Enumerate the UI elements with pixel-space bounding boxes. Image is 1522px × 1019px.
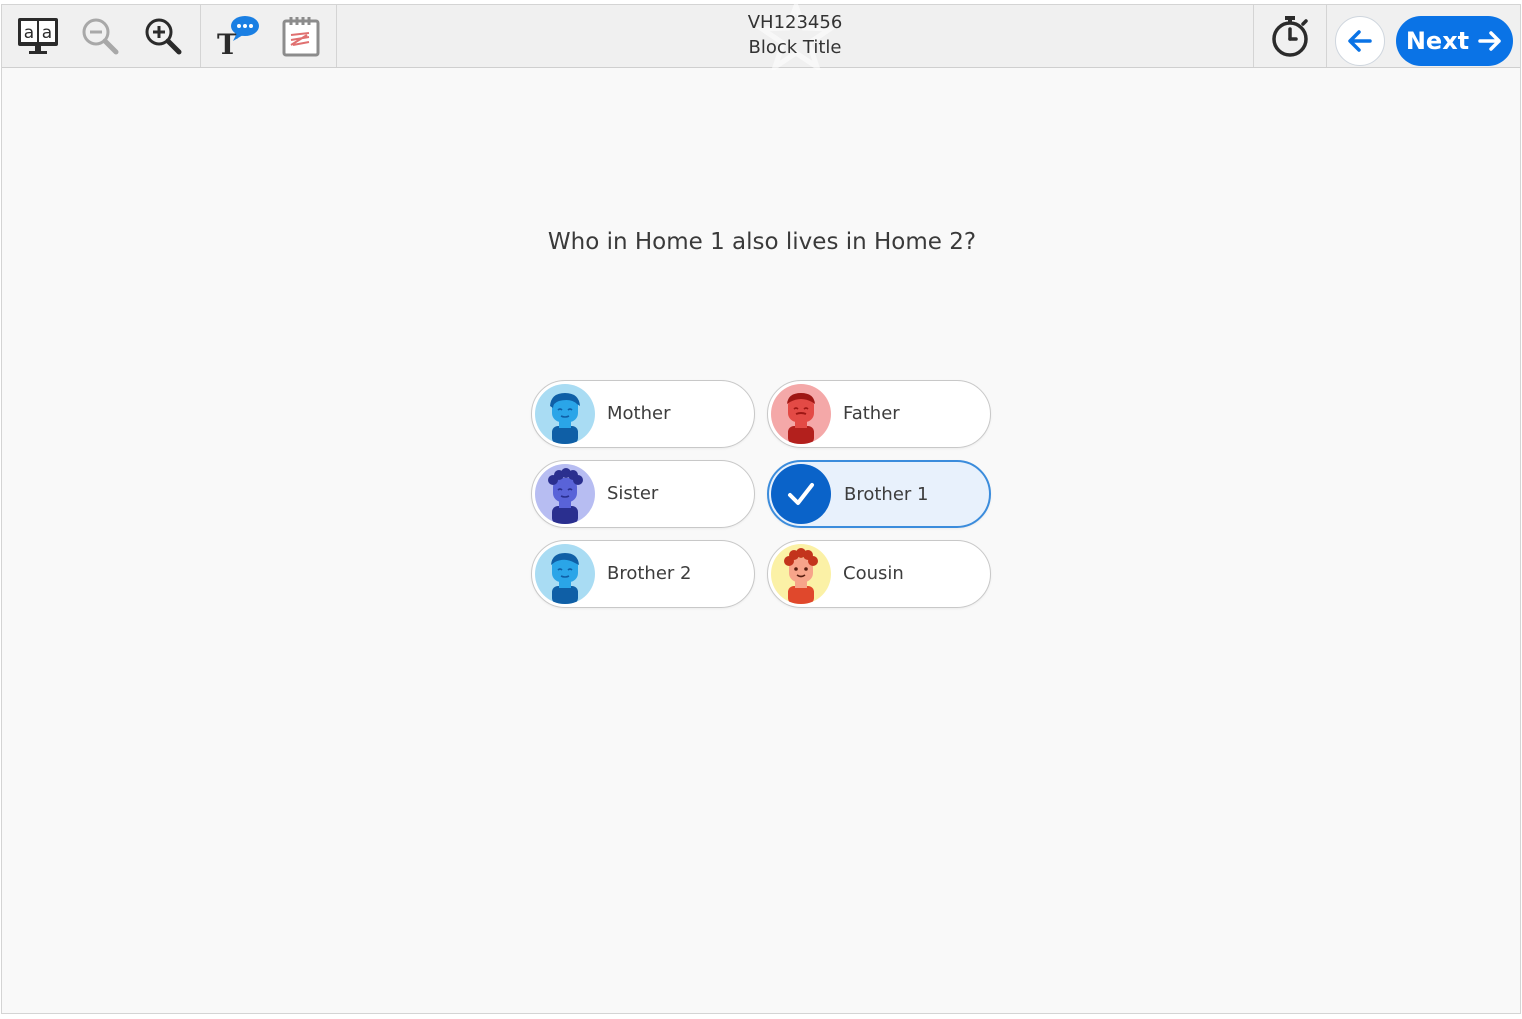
block-id: VH123456: [747, 12, 843, 33]
sister-avatar-icon: [535, 464, 595, 524]
option-label: Cousin: [843, 563, 904, 584]
glossary-speech-icon: T: [217, 16, 259, 58]
option-brother-1[interactable]: Brother 1: [767, 460, 991, 528]
assessment-window: a a T VH123456 Block Title Next Who in H…: [1, 4, 1521, 1014]
back-button[interactable]: [1335, 16, 1385, 66]
toolbar-timer-group: [1253, 5, 1327, 67]
option-cousin[interactable]: Cousin: [767, 540, 991, 608]
next-button[interactable]: Next: [1396, 16, 1513, 66]
option-label: Mother: [607, 403, 671, 424]
toolbar-tools-group: a a: [2, 5, 201, 67]
zoom-in-icon: [145, 18, 182, 55]
father-avatar-icon: [771, 384, 831, 444]
svg-text:a: a: [42, 23, 52, 43]
scratchpad-button[interactable]: [277, 13, 325, 59]
zoom-in-button[interactable]: [139, 13, 187, 59]
zoom-out-icon: [82, 18, 119, 55]
option-mother[interactable]: Mother: [531, 380, 755, 448]
option-label: Father: [843, 403, 900, 424]
block-info: VH123456 Block Title: [642, 4, 948, 70]
arrow-left-icon: [1348, 30, 1372, 52]
option-label: Sister: [607, 483, 659, 504]
timer-button[interactable]: [1266, 13, 1314, 59]
option-sister[interactable]: Sister: [531, 460, 755, 528]
zoom-out-button[interactable]: [76, 13, 124, 59]
arrow-right-icon: [1478, 31, 1501, 51]
block-title: Block Title: [748, 37, 842, 58]
question-prompt: Who in Home 1 also lives in Home 2?: [547, 229, 977, 255]
scratchpad-icon: [282, 17, 320, 57]
mother-avatar-icon: [535, 384, 595, 444]
option-brother-2[interactable]: Brother 2: [531, 540, 755, 608]
brother-avatar-icon: [535, 544, 595, 604]
toolbar-aids-group: T: [201, 5, 337, 67]
option-father[interactable]: Father: [767, 380, 991, 448]
text-to-speech-button[interactable]: a a: [14, 13, 62, 59]
glossary-button[interactable]: T: [213, 13, 261, 59]
check-icon: [771, 464, 831, 524]
timer-icon: [1272, 16, 1308, 57]
next-button-label: Next: [1405, 27, 1470, 55]
toolbar: a a T VH123456 Block Title Next: [2, 4, 1520, 70]
text-to-speech-icon: a a: [18, 18, 58, 54]
option-label: Brother 1: [844, 484, 929, 505]
cousin-avatar-icon: [771, 544, 831, 604]
option-label: Brother 2: [607, 563, 692, 584]
svg-text:a: a: [24, 23, 34, 43]
